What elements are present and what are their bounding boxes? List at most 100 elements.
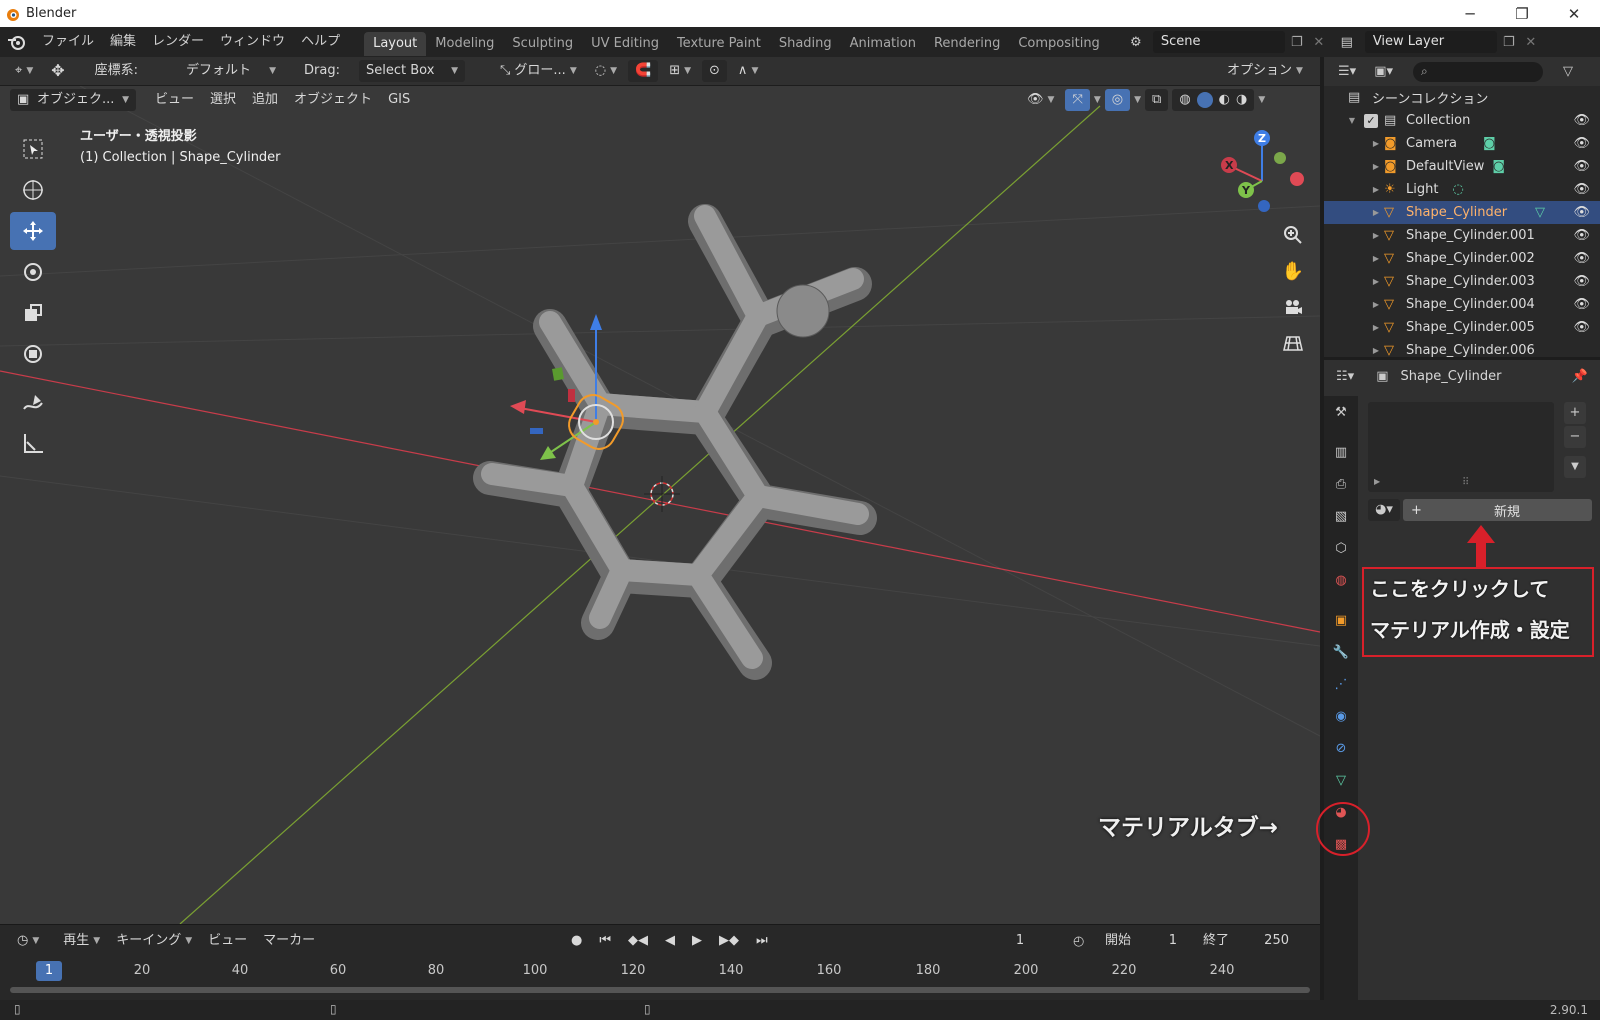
current-frame-field[interactable]: 1 <box>978 930 1062 952</box>
navigation-gizmo[interactable]: Z X Y <box>1221 130 1304 212</box>
shading-dropdown[interactable]: ▼ <box>1258 95 1265 105</box>
cursor-tool-icon[interactable] <box>10 171 56 209</box>
snap-target-button[interactable]: ⊞ ▼ <box>662 60 698 82</box>
tab-modeling[interactable]: Modeling <box>426 32 503 56</box>
tab-scene-icon[interactable]: ⬡ <box>1324 532 1358 564</box>
select-box-tool-icon[interactable] <box>10 130 56 168</box>
visibility-eye-icon[interactable]: 👁 <box>1573 159 1590 174</box>
tab-tool-icon[interactable]: ⚒ <box>1324 396 1358 428</box>
frame-cursor[interactable]: 1 <box>36 961 62 981</box>
outliner-item-shape-cylinder-002[interactable]: ▶ ▽ Shape_Cylinder.002 👁 <box>1324 247 1600 270</box>
maximize-button[interactable]: ❐ <box>1496 0 1548 27</box>
tab-modifier-icon[interactable]: 🔧 <box>1324 636 1358 668</box>
expand-icon[interactable]: ▶ <box>1370 231 1382 240</box>
shading-modes[interactable]: ◍ ◐ ◑ <box>1172 89 1255 111</box>
gizmo-dropdown[interactable]: ▼ <box>1094 95 1101 105</box>
solid-shading-icon[interactable] <box>1196 92 1213 108</box>
tab-constraints-icon[interactable]: ⊘ <box>1324 732 1358 764</box>
outliner-item-light[interactable]: ▶ ☀ Light ◌ 👁 <box>1324 178 1600 201</box>
options-dropdown[interactable]: オプション ▼ <box>1220 60 1310 82</box>
tab-physics-icon[interactable]: ◉ <box>1324 700 1358 732</box>
visibility-eye-icon[interactable]: 👁 <box>1573 320 1590 335</box>
play-button[interactable]: ▶ <box>685 930 710 952</box>
outliner-item-shape-cylinder-001[interactable]: ▶ ▽ Shape_Cylinder.001 👁 <box>1324 224 1600 247</box>
view-layer-field[interactable]: View Layer <box>1364 31 1497 53</box>
expand-icon[interactable]: ▶ <box>1370 277 1382 286</box>
menu-render[interactable]: レンダー <box>144 29 212 55</box>
timeline-scrollbar[interactable] <box>10 987 1310 993</box>
xray-toggle[interactable]: ⧉ <box>1145 89 1169 111</box>
mode-dropdown[interactable]: ▣ オブジェク... ▼ <box>10 89 136 111</box>
expand-icon[interactable]: ▶ <box>1370 185 1382 194</box>
camera-view-icon[interactable] <box>1278 292 1308 322</box>
timeline-menu-marker[interactable]: マーカー <box>256 930 322 952</box>
play-reverse-button[interactable]: ◀ <box>658 930 683 952</box>
close-button[interactable]: ✕ <box>1548 0 1600 27</box>
visibility-eye-icon[interactable]: 👁 <box>1573 251 1590 266</box>
material-browse-button[interactable]: ◕▾ <box>1368 499 1400 521</box>
next-keyframe-button[interactable]: ▶◆ <box>712 930 747 952</box>
move-tool-icon[interactable]: ✥ <box>44 60 71 82</box>
outliner-item-defaultview[interactable]: ▶ ◙ DefaultView ◙ 👁 <box>1324 155 1600 178</box>
menu-window[interactable]: ウィンドウ <box>212 29 293 55</box>
prev-keyframe-button[interactable]: ◆◀ <box>621 930 656 952</box>
expand-icon[interactable]: ▶ <box>1370 162 1382 171</box>
tab-world-icon[interactable]: ◍ <box>1324 564 1358 596</box>
drag-dropdown[interactable]: Select Box ▼ <box>359 60 465 82</box>
timeline-menu-playback[interactable]: 再生 ▼ <box>56 930 107 952</box>
visibility-dropdown[interactable]: 👁 ▼ <box>1020 89 1061 111</box>
view-layer-copy-icon[interactable]: ❐ <box>1497 35 1521 50</box>
zoom-icon[interactable] <box>1278 220 1308 250</box>
timeline-editor-type-icon[interactable]: ◷ ▼ <box>10 930 46 952</box>
pan-hand-icon[interactable]: ✋ <box>1278 256 1308 286</box>
expand-icon[interactable]: ▶ <box>1370 208 1382 217</box>
visibility-eye-icon[interactable]: 👁 <box>1573 113 1590 128</box>
transform-orientation-dropdown[interactable]: ⤡ グロー... ▼ <box>493 60 584 82</box>
proportional-edit-toggle[interactable]: ⊙ <box>702 60 727 82</box>
expand-icon[interactable]: ▶ <box>1370 323 1382 332</box>
coord-system-dropdown[interactable]: デフォルト ▼ <box>179 60 283 82</box>
visibility-eye-icon[interactable]: 👁 <box>1573 136 1590 151</box>
menu-edit[interactable]: 編集 <box>102 29 144 55</box>
visibility-eye-icon[interactable]: 👁 <box>1573 205 1590 220</box>
rotate-tool-icon[interactable] <box>10 253 56 291</box>
tab-texture-paint[interactable]: Texture Paint <box>668 32 770 56</box>
scene-selector-icon[interactable]: ⚙ <box>1119 35 1153 50</box>
filter-icon[interactable]: ▽ <box>1563 64 1573 79</box>
jump-start-button[interactable]: ⏮ <box>592 930 619 952</box>
tab-animation[interactable]: Animation <box>841 32 925 56</box>
annotate-tool-icon[interactable] <box>10 384 56 422</box>
tab-compositing[interactable]: Compositing <box>1009 32 1109 56</box>
outliner-item-shape-cylinder-005[interactable]: ▶ ▽ Shape_Cylinder.005 👁 <box>1324 316 1600 339</box>
tab-particles-icon[interactable]: ⋰ <box>1324 668 1358 700</box>
transform-tool-icon[interactable] <box>10 335 56 373</box>
view-layer-icon[interactable]: ▤ <box>1329 35 1365 50</box>
falloff-button[interactable]: ∧ ▼ <box>731 60 765 82</box>
start-frame-field[interactable]: 開始 1 <box>1098 930 1184 952</box>
properties-editor-type-icon[interactable]: ☷▾ <box>1336 369 1354 384</box>
pivot-point-button[interactable]: ◌ ▼ <box>588 60 624 82</box>
end-frame-field[interactable]: 終了 250 <box>1196 930 1296 952</box>
tab-layout[interactable]: Layout <box>364 32 427 56</box>
tab-data-icon[interactable]: ▽ <box>1324 764 1358 796</box>
visibility-eye-icon[interactable]: 👁 <box>1573 274 1590 289</box>
wireframe-shading-icon[interactable]: ◍ <box>1179 89 1190 111</box>
slot-expand-icon[interactable]: ▶ <box>1374 477 1380 486</box>
blender-menu-icon[interactable] <box>0 34 34 50</box>
list-resize-handle[interactable]: ⠿ <box>1462 477 1469 488</box>
tab-sculpting[interactable]: Sculpting <box>503 32 582 56</box>
menu-help[interactable]: ヘルプ <box>293 29 348 55</box>
collection-expand-icon[interactable]: ▼ <box>1346 116 1358 125</box>
remove-slot-button[interactable]: − <box>1564 426 1586 448</box>
viewport-menu-select[interactable]: 選択 <box>203 89 243 111</box>
rendered-shading-icon[interactable]: ◑ <box>1236 89 1247 111</box>
measure-tool-icon[interactable] <box>10 425 56 463</box>
outliner-editor-type-icon[interactable]: ☰▾ <box>1338 64 1356 79</box>
tab-object-icon[interactable]: ▣ <box>1324 604 1358 636</box>
overlay-toggle[interactable]: ◎ <box>1104 89 1131 111</box>
minimize-button[interactable]: ─ <box>1444 0 1496 27</box>
outliner-item-shape-cylinder[interactable]: ▶ ▽ Shape_Cylinder ▽ 👁 <box>1324 201 1600 224</box>
scale-tool-icon[interactable] <box>10 294 56 332</box>
outliner-item-camera[interactable]: ▶ ◙ Camera ◙ 👁 <box>1324 132 1600 155</box>
expand-icon[interactable]: ▶ <box>1370 300 1382 309</box>
